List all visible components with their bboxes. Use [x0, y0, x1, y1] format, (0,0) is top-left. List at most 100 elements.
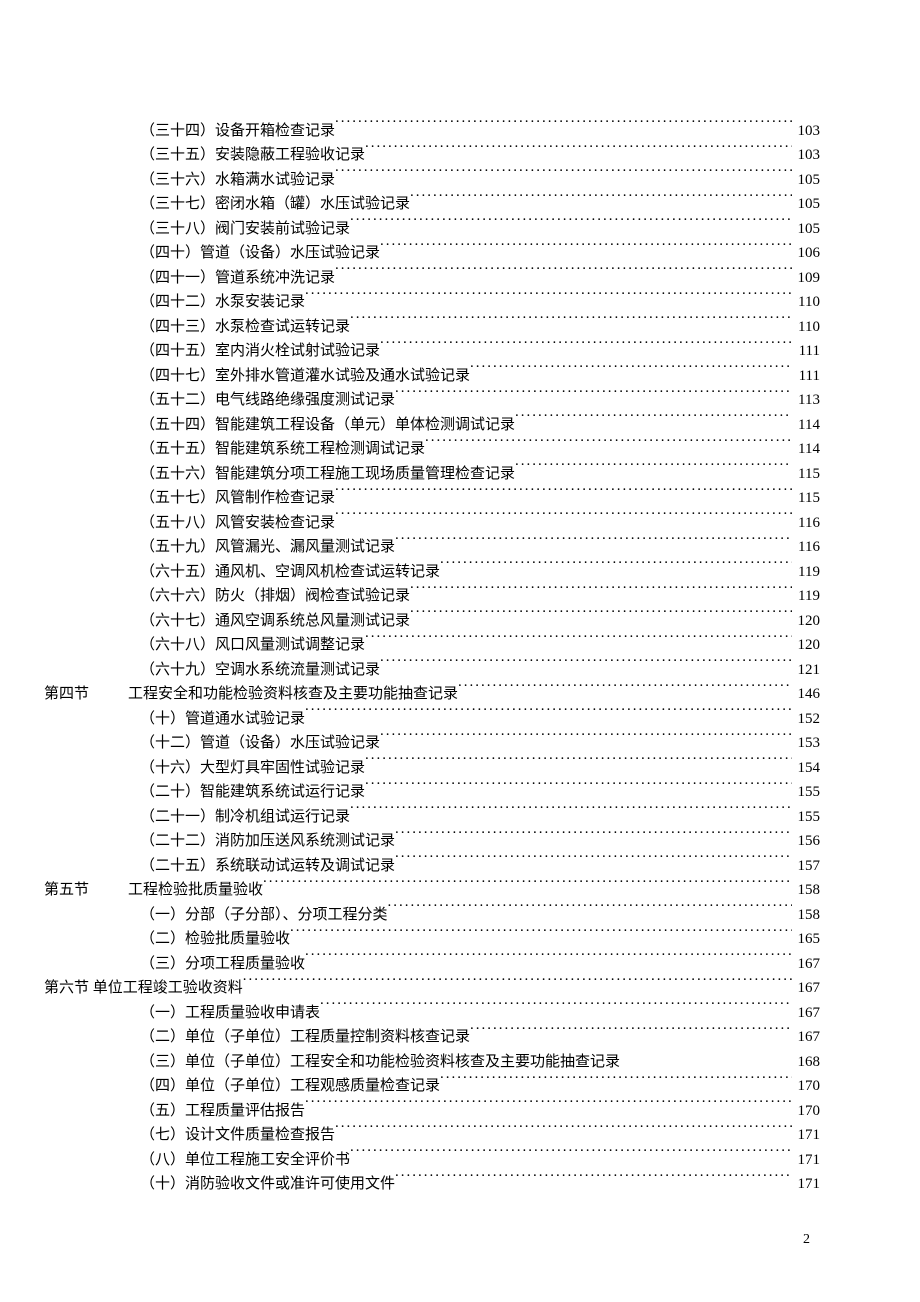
toc-entry-title: （六十八）风口风量测试调整记录 — [140, 633, 365, 658]
toc-page-number: 167 — [792, 1001, 820, 1026]
dot-leader — [395, 1164, 792, 1189]
toc-page-number: 120 — [792, 609, 820, 634]
dot-leader — [335, 478, 792, 503]
dot-leader — [335, 110, 792, 135]
dot-leader — [388, 894, 792, 919]
toc-page-number: 110 — [792, 315, 820, 340]
toc-page-number: 121 — [792, 658, 820, 683]
dot-leader — [335, 1115, 792, 1140]
toc-entry-title: （五）工程质量评估报告 — [140, 1099, 305, 1124]
toc-entry-title: （二）检验批质量验收 — [140, 927, 290, 952]
dot-leader — [470, 1017, 792, 1042]
toc-page-number: 171 — [792, 1123, 820, 1148]
toc-page-number: 155 — [792, 780, 820, 805]
toc-entry-title: （五十五）智能建筑系统工程检测调试记录 — [140, 437, 425, 462]
toc-page-number: 146 — [792, 682, 820, 707]
dot-leader — [305, 1090, 792, 1115]
dot-leader — [305, 943, 792, 968]
dot-leader — [410, 184, 792, 209]
toc-page-number: 170 — [792, 1074, 820, 1099]
toc-entry-title: （四十二）水泵安装记录 — [140, 290, 305, 315]
toc-entry-title: （十）消防验收文件或准许可使用文件 — [140, 1172, 395, 1197]
toc-page-number: 152 — [792, 707, 820, 732]
dot-leader — [305, 698, 792, 723]
toc-page-number: 157 — [792, 854, 820, 879]
toc-entry-title: （二十）智能建筑系统试运行记录 — [140, 780, 365, 805]
toc-page-number: 171 — [792, 1172, 820, 1197]
dot-leader — [335, 159, 792, 184]
toc-page-number: 105 — [792, 217, 820, 242]
toc-entry-title: （二十二）消防加压送风系统测试记录 — [140, 829, 395, 854]
dot-leader — [380, 723, 792, 748]
toc-entry-title: （十）管道通水试验记录 — [140, 707, 305, 732]
toc-page-number: 114 — [792, 437, 820, 462]
toc-page-number: 113 — [792, 388, 820, 413]
dot-leader — [263, 870, 792, 895]
toc-entry-title: （五十七）风管制作检查记录 — [140, 486, 335, 511]
dot-leader — [425, 429, 792, 454]
toc-page-number: 171 — [792, 1148, 820, 1173]
page-footer: 2 — [803, 1232, 810, 1248]
toc-entry-title: （六十六）防火（排烟）阀检查试验记录 — [140, 584, 410, 609]
toc-entry-title: （十六）大型灯具牢固性试验记录 — [140, 756, 365, 781]
dot-leader — [380, 649, 792, 674]
dot-leader — [243, 968, 792, 993]
toc-entry-title: （三十八）阀门安装前试验记录 — [140, 217, 350, 242]
toc-page-number: 167 — [792, 1025, 820, 1050]
dot-leader — [395, 845, 792, 870]
toc-page-number: 105 — [792, 168, 820, 193]
toc-page-number: 119 — [792, 584, 820, 609]
toc-entry-title: （三十六）水箱满水试验记录 — [140, 168, 335, 193]
dot-leader — [410, 576, 792, 601]
toc-page-number: 158 — [792, 878, 820, 903]
dot-leader — [350, 306, 792, 331]
toc-section-label: 第四节 — [44, 682, 122, 707]
toc-page-number: 110 — [792, 290, 820, 315]
toc-page-number: 153 — [792, 731, 820, 756]
toc-entry-title: （三十四）设备开箱检查记录 — [140, 119, 335, 144]
dot-leader — [350, 208, 792, 233]
toc-page-number: 170 — [792, 1099, 820, 1124]
toc-page-number: 115 — [792, 486, 820, 511]
toc-page-number: 103 — [792, 119, 820, 144]
dot-leader — [365, 135, 792, 160]
dot-leader — [335, 502, 792, 527]
toc-page-number: 167 — [792, 952, 820, 977]
dot-leader — [458, 674, 792, 699]
toc-page-number: 154 — [792, 756, 820, 781]
toc-entry-title: （五十二）电气线路绝缘强度测试记录 — [140, 388, 395, 413]
dot-leader — [350, 796, 792, 821]
toc-entry-title: （二十一）制冷机组试运行记录 — [140, 805, 350, 830]
toc-entry-title: （四十三）水泵检查试运转记录 — [140, 315, 350, 340]
toc-entry-title: （十二）管道（设备）水压试验记录 — [140, 731, 380, 756]
dot-leader — [350, 1139, 792, 1164]
toc-entry-title: 工程检验批质量验收 — [128, 878, 263, 903]
toc-page-number: 111 — [792, 364, 820, 389]
dot-leader — [395, 527, 792, 552]
dot-leader — [620, 1041, 792, 1066]
toc-row: （三十四）设备开箱检查记录103 — [140, 110, 820, 135]
dot-leader — [395, 821, 792, 846]
toc-page-number: 109 — [792, 266, 820, 291]
toc-section-label: 第五节 — [44, 878, 122, 903]
toc-entry-title: （五十九）风管漏光、漏风量测试记录 — [140, 535, 395, 560]
toc-page-number: 114 — [792, 413, 820, 438]
toc-container: （三十四）设备开箱检查记录103 （三十五）安装隐蔽工程验收记录 103 （三十六）水… — [140, 110, 820, 1188]
dot-leader — [380, 331, 792, 356]
dot-leader — [380, 233, 792, 258]
toc-entry-title: （三十五）安装隐蔽工程验收记录 — [140, 143, 365, 168]
dot-leader — [320, 992, 792, 1017]
toc-page-number: 156 — [792, 829, 820, 854]
toc-entry-title: （八）单位工程施工安全评价书 — [140, 1148, 350, 1173]
toc-entry-title: （六十九）空调水系统流量测试记录 — [140, 658, 380, 683]
dot-leader — [515, 453, 792, 478]
toc-entry-title: （二）单位（子单位）工程质量控制资料核查记录 — [140, 1025, 470, 1050]
dot-leader — [365, 747, 792, 772]
toc-page-number: 111 — [792, 339, 820, 364]
toc-page-number: 119 — [792, 560, 820, 585]
toc-page-number: 120 — [792, 633, 820, 658]
dot-leader — [305, 282, 792, 307]
toc-page-number: 105 — [792, 192, 820, 217]
dot-leader — [365, 625, 792, 650]
toc-page-number: 165 — [792, 927, 820, 952]
